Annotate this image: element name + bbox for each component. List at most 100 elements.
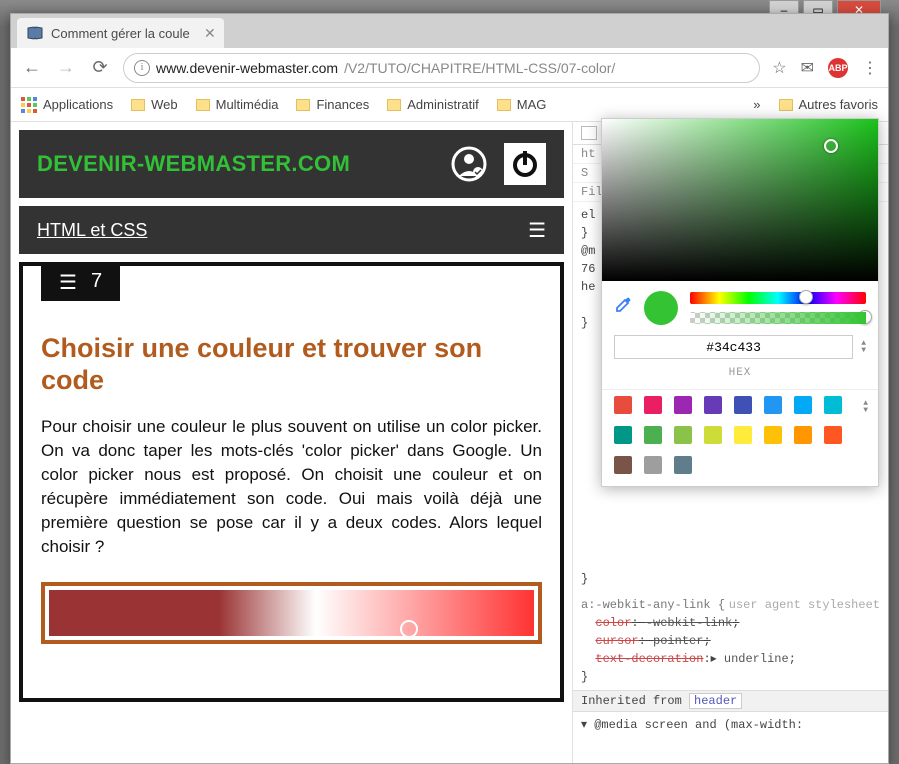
sv-handle-icon[interactable] [824,139,838,153]
forward-button[interactable]: → [55,57,77,79]
alpha-slider[interactable] [690,312,866,324]
toc-icon: ☰ [59,270,77,295]
devtools-panel: ht S Filt el } @m 76 he } [573,122,888,763]
chapter-badge[interactable]: ☰ 7 [41,264,120,301]
css-property[interactable]: text-decoration:▸ underline; [581,650,880,668]
bookmark-folder[interactable]: Administratif [387,97,479,112]
hue-slider[interactable] [690,292,866,304]
apps-icon [21,97,37,113]
tab-title: Comment gérer la coule [51,26,190,41]
bookmark-label: Web [151,97,178,112]
folder-icon [296,99,310,111]
color-swatch[interactable] [794,396,812,414]
chapter-number: 7 [91,270,102,295]
url-input[interactable]: i www.devenir-webmaster.com/V2/TUTO/CHAP… [123,53,760,83]
css-property[interactable]: color: -webkit-link; [581,614,880,632]
site-header: DEVENIR-WEBMASTER.COM [19,130,564,198]
palette-toggle[interactable]: ▲▼ [863,400,868,414]
book-icon [27,25,43,41]
bookmark-folder[interactable]: MAG [497,97,547,112]
expand-icon[interactable]: ▾ [581,718,587,732]
hex-label: HEX [602,367,878,389]
bookmark-star-icon[interactable]: ☆ [772,58,786,78]
color-swatch[interactable] [764,426,782,444]
color-swatch[interactable] [614,426,632,444]
section-bar: HTML et CSS ☰ [19,206,564,254]
bookmark-label: Administratif [407,97,479,112]
saturation-value-field[interactable] [602,119,878,281]
menu-icon[interactable]: ☰ [528,218,546,243]
color-swatch[interactable] [824,426,842,444]
color-swatch[interactable] [764,396,782,414]
apps-shortcut[interactable]: Applications [21,97,113,113]
bookmark-label: Finances [316,97,369,112]
browser-tab[interactable]: Comment gérer la coule ✕ [17,18,224,48]
bookmark-folder[interactable]: Finances [296,97,369,112]
media-rule: @media screen and (max-width: [594,718,803,732]
color-swatch[interactable] [704,426,722,444]
tab-strip: Comment gérer la coule ✕ [11,14,888,48]
css-property[interactable]: cursor: pointer; [581,632,880,650]
inherit-source-tag[interactable]: header [689,693,742,709]
hex-input[interactable] [614,335,853,359]
gmail-icon[interactable]: ✉ [801,58,814,78]
bookmarks-overflow[interactable]: » [753,97,760,112]
format-toggle[interactable]: ▲▼ [861,340,866,354]
gradient-field[interactable] [49,590,534,636]
color-swatch[interactable] [734,426,752,444]
color-swatch[interactable] [794,426,812,444]
color-swatch[interactable] [824,396,842,414]
brace: } [581,668,880,686]
folder-icon [196,99,210,111]
color-swatch[interactable] [614,456,632,474]
eyedropper-icon[interactable] [614,296,632,320]
page-title: Choisir une couleur et trouver son code [41,332,542,397]
color-swatch[interactable] [644,396,662,414]
bookmark-label: Autres favoris [799,97,878,112]
color-swatch[interactable] [674,456,692,474]
reload-button[interactable]: ⟳ [89,57,111,79]
article: ☰ 7 Choisir une couleur et trouver son c… [19,262,564,702]
color-swatch[interactable] [644,426,662,444]
back-button[interactable]: ← [21,57,43,79]
inherited-from-bar: Inherited from header [573,690,888,712]
browser-window: Comment gérer la coule ✕ ← → ⟳ i www.dev… [10,13,889,764]
bookmark-label: MAG [517,97,547,112]
bookmarks-bar: Applications Web Multimédia Finances Adm… [11,88,888,122]
user-icon[interactable] [448,143,490,185]
adblock-icon[interactable]: ABP [828,58,848,78]
embedded-color-picker[interactable] [41,582,542,644]
picker-handle-icon[interactable] [400,620,418,638]
folder-icon [387,99,401,111]
close-icon[interactable]: ✕ [204,25,216,42]
apps-label: Applications [43,97,113,112]
bookmark-folder[interactable]: Multimédia [196,97,279,112]
expand-icon[interactable]: ▸ [711,652,717,666]
section-link[interactable]: HTML et CSS [37,220,147,241]
folder-icon [497,99,511,111]
color-swatch[interactable] [674,396,692,414]
folder-icon [779,99,793,111]
url-path: /V2/TUTO/CHAPITRE/HTML-CSS/07-color/ [344,60,615,76]
other-bookmarks[interactable]: Autres favoris [779,97,878,112]
color-swatch[interactable] [704,396,722,414]
site-info-icon[interactable]: i [134,60,150,76]
bookmark-folder[interactable]: Web [131,97,178,112]
color-swatch[interactable] [734,396,752,414]
selector: el [581,208,595,222]
color-swatches: ▲▼ [602,389,878,486]
color-picker-popup: ▲▼ HEX ▲▼ [601,118,879,487]
inspect-icon[interactable] [581,126,597,140]
color-swatch[interactable] [644,456,662,474]
url-host: www.devenir-webmaster.com [156,60,338,76]
power-icon[interactable] [504,143,546,185]
css-fragment: @m [581,244,595,258]
page-viewport: DEVENIR-WEBMASTER.COM HTML et CSS ☰ [11,122,573,763]
site-brand[interactable]: DEVENIR-WEBMASTER.COM [37,151,350,177]
browser-menu-icon[interactable]: ⋮ [862,58,878,78]
ua-stylesheet-label: user agent stylesheet [729,596,880,614]
color-swatch[interactable] [614,396,632,414]
slider-handle-icon[interactable] [858,310,872,324]
color-swatch[interactable] [674,426,692,444]
slider-handle-icon[interactable] [799,290,813,304]
